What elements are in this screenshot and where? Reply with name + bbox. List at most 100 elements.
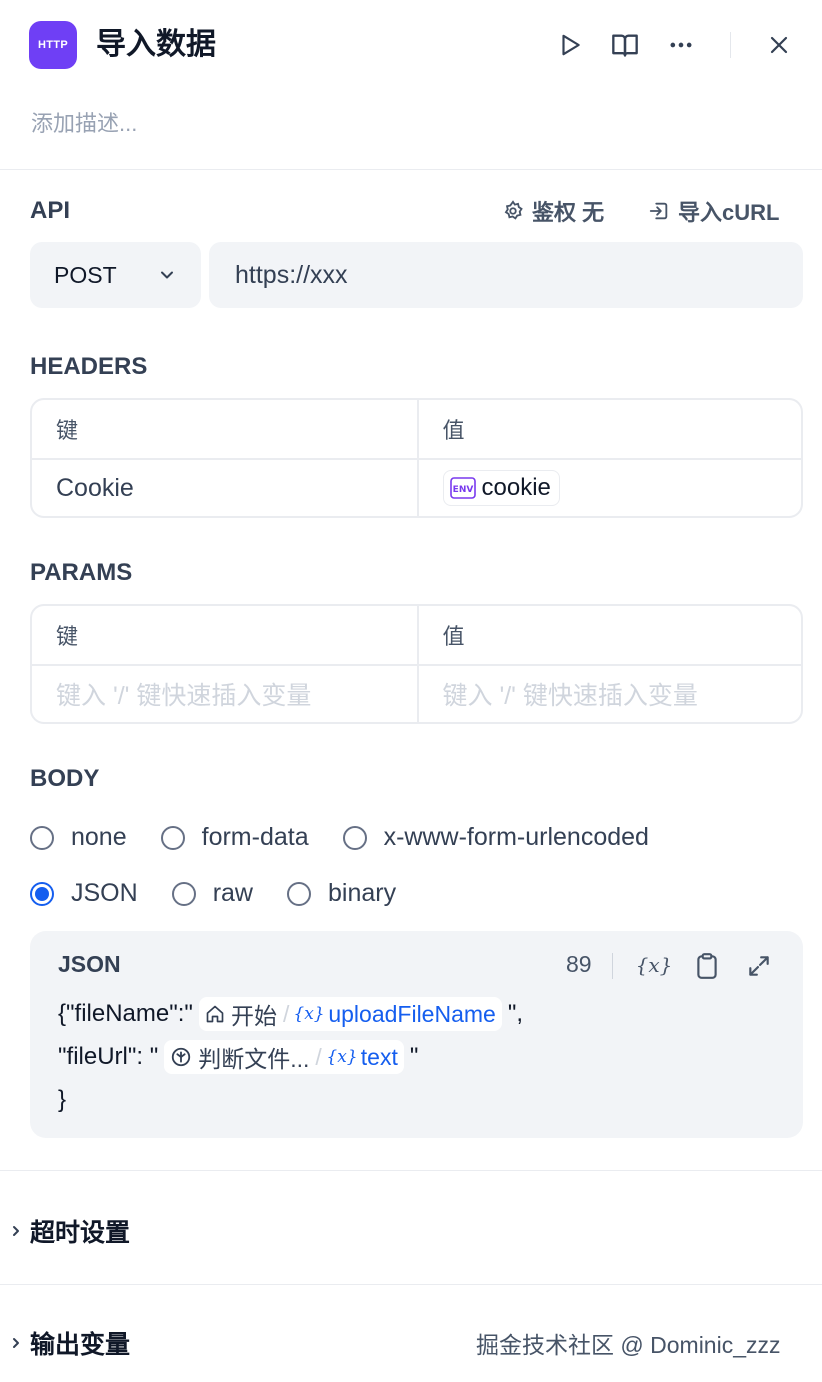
var-ref: {x} uploadFileName (295, 1001, 495, 1028)
close-icon (770, 36, 788, 54)
method-value: POST (54, 261, 117, 288)
panel-header: HTTP 导入数据 (0, 0, 822, 92)
auth-label: 鉴权 无 (532, 200, 605, 225)
variable-icon: {x} (638, 953, 670, 977)
path-separator: / (282, 1000, 290, 1027)
env-variable-chip[interactable]: ENV cookie (442, 470, 560, 506)
copy-button[interactable] (690, 949, 724, 983)
body-type-radio-group: JSON raw binary (30, 879, 430, 908)
variable-name: text (360, 1043, 398, 1070)
radio-label: raw (212, 879, 253, 907)
params-section-title: PARAMS (30, 559, 133, 586)
radio-binary[interactable]: binary (286, 879, 396, 908)
node-ref: 开始 (205, 997, 277, 1031)
radio-form-data[interactable]: form-data (160, 823, 309, 852)
headers-section-title: HEADERS (30, 353, 148, 380)
headers-table: 键 值 Cookie ENV cookie (30, 398, 803, 518)
svg-text:{x}: {x} (295, 1004, 323, 1024)
header-key-cell[interactable]: Cookie (32, 460, 417, 516)
table-row: 键入 '/' 键快速插入变量 键入 '/' 键快速插入变量 (32, 664, 801, 722)
divider (0, 1170, 822, 1171)
radio-json[interactable]: JSON (30, 879, 138, 908)
env-variable-name: cookie (481, 474, 551, 501)
json-line: "fileUrl": " 判断文件... / {x} text " (58, 1039, 418, 1075)
watermark: 掘金技术社区 @ Dominic_zzz (476, 1332, 781, 1358)
chevron-right-icon (13, 1338, 19, 1348)
json-text: " (409, 1043, 419, 1070)
output-variables-label: 输出变量 (30, 1331, 131, 1359)
radio-none[interactable]: none (30, 823, 127, 852)
radio-circle (30, 825, 54, 850)
radio-x-www-form-urlencoded[interactable]: x-www-form-urlencoded (342, 823, 649, 852)
more-button[interactable] (663, 27, 699, 63)
output-variables-toggle[interactable]: 输出变量 (10, 1325, 130, 1361)
clipboard-icon (697, 953, 717, 979)
radio-label: form-data (201, 823, 309, 851)
radio-circle (160, 825, 185, 850)
node-title[interactable]: 导入数据 (96, 24, 216, 66)
gear-icon (504, 200, 523, 220)
chevron-down-icon (161, 271, 173, 279)
url-input[interactable]: https://xxx (209, 242, 803, 308)
variable-reference-chip[interactable]: 判断文件... / {x} text (164, 1040, 404, 1074)
radio-label: JSON (71, 879, 138, 907)
home-icon (206, 1005, 224, 1023)
expand-icon (749, 956, 769, 976)
import-icon (649, 202, 668, 220)
method-select[interactable]: POST (30, 242, 201, 308)
param-value-input[interactable]: 键入 '/' 键快速插入变量 (416, 666, 802, 722)
http-node-icon: HTTP (29, 21, 77, 69)
divider (0, 169, 822, 170)
svg-text:{x}: {x} (638, 953, 670, 977)
header-divider (730, 32, 731, 58)
expand-button[interactable] (742, 949, 776, 983)
insert-variable-button[interactable]: {x} (637, 949, 671, 983)
chevron-right-icon (13, 1226, 19, 1236)
header-value-cell[interactable]: ENV cookie (416, 460, 802, 516)
body-section-title: BODY (30, 765, 100, 792)
play-icon (562, 34, 580, 56)
node-ref: 判断文件... (170, 1040, 309, 1074)
radio-circle (286, 881, 311, 906)
value-column-header: 值 (416, 606, 802, 664)
radio-label: x-www-form-urlencoded (383, 823, 649, 851)
variable-reference-chip[interactable]: 开始 / {x} uploadFileName (198, 997, 502, 1031)
import-curl-label: 导入cURL (678, 200, 780, 225)
svg-text:{x}: {x} (328, 1047, 356, 1067)
divider (0, 1284, 822, 1285)
auth-button[interactable]: 鉴权 无 (502, 195, 604, 227)
table-row: Cookie ENV cookie (32, 458, 801, 516)
path-separator: / (315, 1043, 322, 1070)
key-column-header: 键 (56, 418, 79, 443)
http-icon-label: HTTP (38, 39, 68, 51)
radio-circle (171, 881, 196, 906)
more-horizontal-icon (670, 42, 692, 48)
timeout-settings-toggle[interactable]: 超时设置 (10, 1213, 130, 1249)
value-column-header: 值 (416, 400, 802, 458)
key-column-header: 键 (56, 624, 79, 649)
book-icon (612, 34, 638, 57)
close-button[interactable] (761, 27, 797, 63)
toolbar-divider (612, 953, 613, 979)
json-editor-title: JSON (58, 951, 121, 977)
json-text: ", (507, 1000, 524, 1027)
var-ref: {x} text (328, 1044, 398, 1071)
env-icon: ENV (449, 477, 476, 499)
description-input[interactable]: 添加描述... (31, 108, 137, 140)
import-curl-button[interactable]: 导入cURL (648, 195, 779, 227)
radio-raw[interactable]: raw (171, 879, 253, 908)
json-line: } (58, 1082, 66, 1118)
run-button[interactable] (552, 27, 588, 63)
api-section-title: API (30, 197, 71, 224)
variable-icon: {x} (328, 1047, 356, 1067)
json-char-count: 89 (566, 951, 592, 977)
variable-name: uploadFileName (328, 1000, 496, 1027)
table-header-row: 键 值 (32, 606, 801, 664)
json-editor[interactable]: JSON 89 {x} {"fileName":" 开始 / {x} uploa… (30, 931, 803, 1138)
json-text: } (58, 1086, 67, 1113)
timeout-settings-label: 超时设置 (30, 1219, 131, 1247)
docs-button[interactable] (607, 27, 643, 63)
env-badge-text: ENV (452, 485, 473, 495)
param-key-input[interactable]: 键入 '/' 键快速插入变量 (32, 666, 417, 722)
table-header-row: 键 值 (32, 400, 801, 458)
